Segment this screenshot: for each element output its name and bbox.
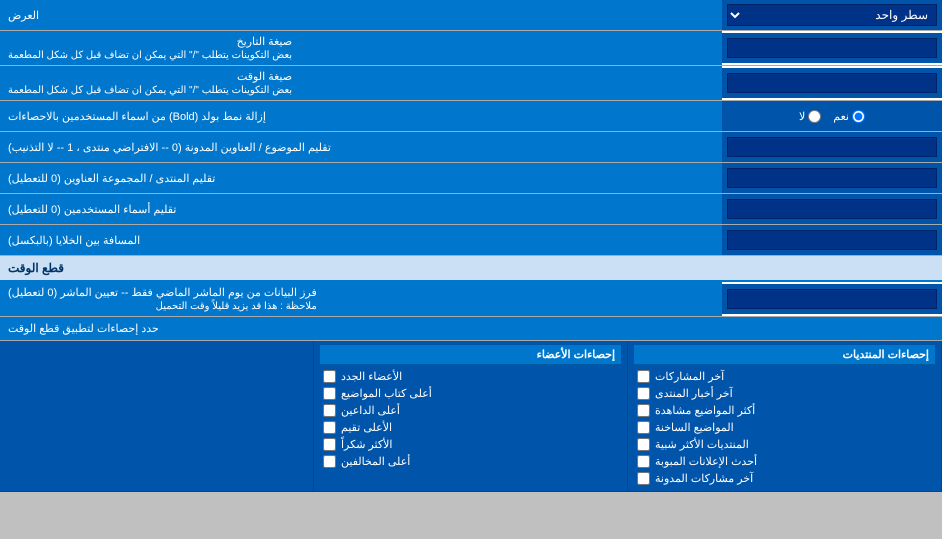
check-last-topics[interactable]	[637, 421, 650, 434]
row-time-format: صيغة الوقت بعض التكوينات يتطلب "/" التي …	[0, 66, 942, 101]
label-new-members[interactable]: الأعضاء الجدد	[341, 370, 402, 383]
text-forum-address[interactable]: 33	[727, 168, 937, 188]
stat-most-viewed: أكثر المواضيع مشاهدة	[634, 402, 935, 419]
label-last-posts[interactable]: آخر المشاركات	[655, 370, 724, 383]
row-date-format: صيغة التاريخ بعض التكوينات يتطلب "/" الت…	[0, 31, 942, 66]
radio-no[interactable]	[808, 110, 821, 123]
stat-top-raters: الأعلى تقيم	[320, 419, 621, 436]
stat-most-thankful: الأكثر شكراً	[320, 436, 621, 453]
label-top-moderators[interactable]: أعلى المخالفين	[341, 455, 410, 468]
radio-no-label[interactable]: لا	[799, 110, 821, 123]
stat-last-posts: آخر المشاركات	[634, 368, 935, 385]
row-topic-address: تقليم الموضوع / العناوين المدونة (0 -- ا…	[0, 132, 942, 163]
member-stats-title: إحصاءات الأعضاء	[320, 345, 621, 365]
row-time-cut: فرز البيانات من يوم الماشر الماضي فقط --…	[0, 282, 942, 317]
post-stats-title: إحصاءات المنتديات	[634, 345, 935, 365]
label-date-format: صيغة التاريخ بعض التكوينات يتطلب "/" الت…	[0, 31, 722, 65]
input-date-format[interactable]: d-m	[722, 33, 942, 63]
label-time-cut: فرز البيانات من يوم الماشر الماضي فقط --…	[0, 282, 722, 316]
text-time-format[interactable]: H:i	[727, 73, 937, 93]
row-display-mode: العرض سطر واحد متعدد الأسطر	[0, 0, 942, 31]
text-time-cut[interactable]: 0	[727, 289, 937, 309]
label-top-posters[interactable]: أعلى كتاب المواضيع	[341, 387, 432, 400]
stats-section: إحصاءات الأعضاء الأعضاء الجدد أعلى كتاب …	[0, 341, 942, 492]
stat-last-topics: المواضيع الساخنة	[634, 419, 935, 436]
label-topic-address: تقليم الموضوع / العناوين المدونة (0 -- ا…	[0, 132, 722, 162]
label-bold-remove: إزالة نمط بولد (Bold) من اسماء المستخدمي…	[0, 101, 722, 131]
label-display-mode: العرض	[0, 0, 722, 30]
check-last-news[interactable]	[637, 387, 650, 400]
row-user-names: تقليم أسماء المستخدمين (0 للتعطيل) 0	[0, 194, 942, 225]
input-time-format[interactable]: H:i	[722, 68, 942, 98]
row-forum-address: تقليم المنتدى / المجموعة العناوين (0 للت…	[0, 163, 942, 194]
input-display-mode[interactable]: سطر واحد متعدد الأسطر	[722, 0, 942, 30]
check-last-blog[interactable]	[637, 472, 650, 485]
label-most-thankful[interactable]: الأكثر شكراً	[341, 438, 392, 451]
label-most-viewed[interactable]: أكثر المواضيع مشاهدة	[655, 404, 755, 417]
radio-yes[interactable]	[852, 110, 865, 123]
input-topic-address[interactable]: 33	[722, 132, 942, 162]
check-last-posts[interactable]	[637, 370, 650, 383]
label-cell-distance: المسافة بين الخلايا (بالبكسل)	[0, 225, 722, 255]
stat-similar-forums: المنتديات الأكثر شبية	[634, 436, 935, 453]
stat-new-members: الأعضاء الجدد	[320, 368, 621, 385]
input-user-names[interactable]: 0	[722, 194, 942, 224]
text-user-names[interactable]: 0	[727, 199, 937, 219]
input-cell-distance[interactable]: 2	[722, 225, 942, 255]
main-container: العرض سطر واحد متعدد الأسطر صيغة التاريخ…	[0, 0, 942, 492]
stat-recent-ads: أحدث الإعلانات المبوبة	[634, 453, 935, 470]
check-most-thankful[interactable]	[323, 438, 336, 451]
check-new-members[interactable]	[323, 370, 336, 383]
label-similar-forums[interactable]: المنتديات الأكثر شبية	[655, 438, 749, 451]
check-recent-ads[interactable]	[637, 455, 650, 468]
radio-yes-label[interactable]: نعم	[833, 110, 865, 123]
row-cell-distance: المسافة بين الخلايا (بالبكسل) 2	[0, 225, 942, 256]
label-last-topics[interactable]: المواضيع الساخنة	[655, 421, 734, 434]
stats-col-members: إحصاءات الأعضاء الأعضاء الجدد أعلى كتاب …	[314, 341, 628, 491]
stat-top-online: أعلى الداعين	[320, 402, 621, 419]
check-most-viewed[interactable]	[637, 404, 650, 417]
stats-col-posts: إحصاءات المنتديات آخر المشاركات آخر أخبا…	[628, 341, 942, 491]
check-similar-forums[interactable]	[637, 438, 650, 451]
label-forum-address: تقليم المنتدى / المجموعة العناوين (0 للت…	[0, 163, 722, 193]
check-top-moderators[interactable]	[323, 455, 336, 468]
stat-top-posters: أعلى كتاب المواضيع	[320, 385, 621, 402]
label-last-news[interactable]: آخر أخبار المنتدى	[655, 387, 733, 400]
text-date-format[interactable]: d-m	[727, 38, 937, 58]
text-cell-distance[interactable]: 2	[727, 230, 937, 250]
text-topic-address[interactable]: 33	[727, 137, 937, 157]
radio-bold-remove[interactable]: نعم لا	[722, 101, 942, 131]
label-recent-ads[interactable]: أحدث الإعلانات المبوبة	[655, 455, 757, 468]
stats-header: حدد إحصاءات لتطبيق قطع الوقت	[0, 317, 942, 341]
check-top-online[interactable]	[323, 404, 336, 417]
label-last-blog[interactable]: آخر مشاركات المدونة	[655, 472, 753, 485]
check-top-posters[interactable]	[323, 387, 336, 400]
time-section-header: قطع الوقت	[0, 256, 942, 282]
input-time-cut[interactable]: 0	[722, 284, 942, 314]
stat-top-moderators: أعلى المخالفين	[320, 453, 621, 470]
label-time-format: صيغة الوقت بعض التكوينات يتطلب "/" التي …	[0, 66, 722, 100]
label-top-raters[interactable]: الأعلى تقيم	[341, 421, 392, 434]
stat-last-blog: آخر مشاركات المدونة	[634, 470, 935, 487]
check-top-raters[interactable]	[323, 421, 336, 434]
input-forum-address[interactable]: 33	[722, 163, 942, 193]
stats-col-empty	[0, 341, 314, 491]
row-bold-remove: إزالة نمط بولد (Bold) من اسماء المستخدمي…	[0, 101, 942, 132]
stat-last-news: آخر أخبار المنتدى	[634, 385, 935, 402]
select-display-mode[interactable]: سطر واحد متعدد الأسطر	[727, 4, 937, 26]
label-top-online[interactable]: أعلى الداعين	[341, 404, 400, 417]
label-user-names: تقليم أسماء المستخدمين (0 للتعطيل)	[0, 194, 722, 224]
